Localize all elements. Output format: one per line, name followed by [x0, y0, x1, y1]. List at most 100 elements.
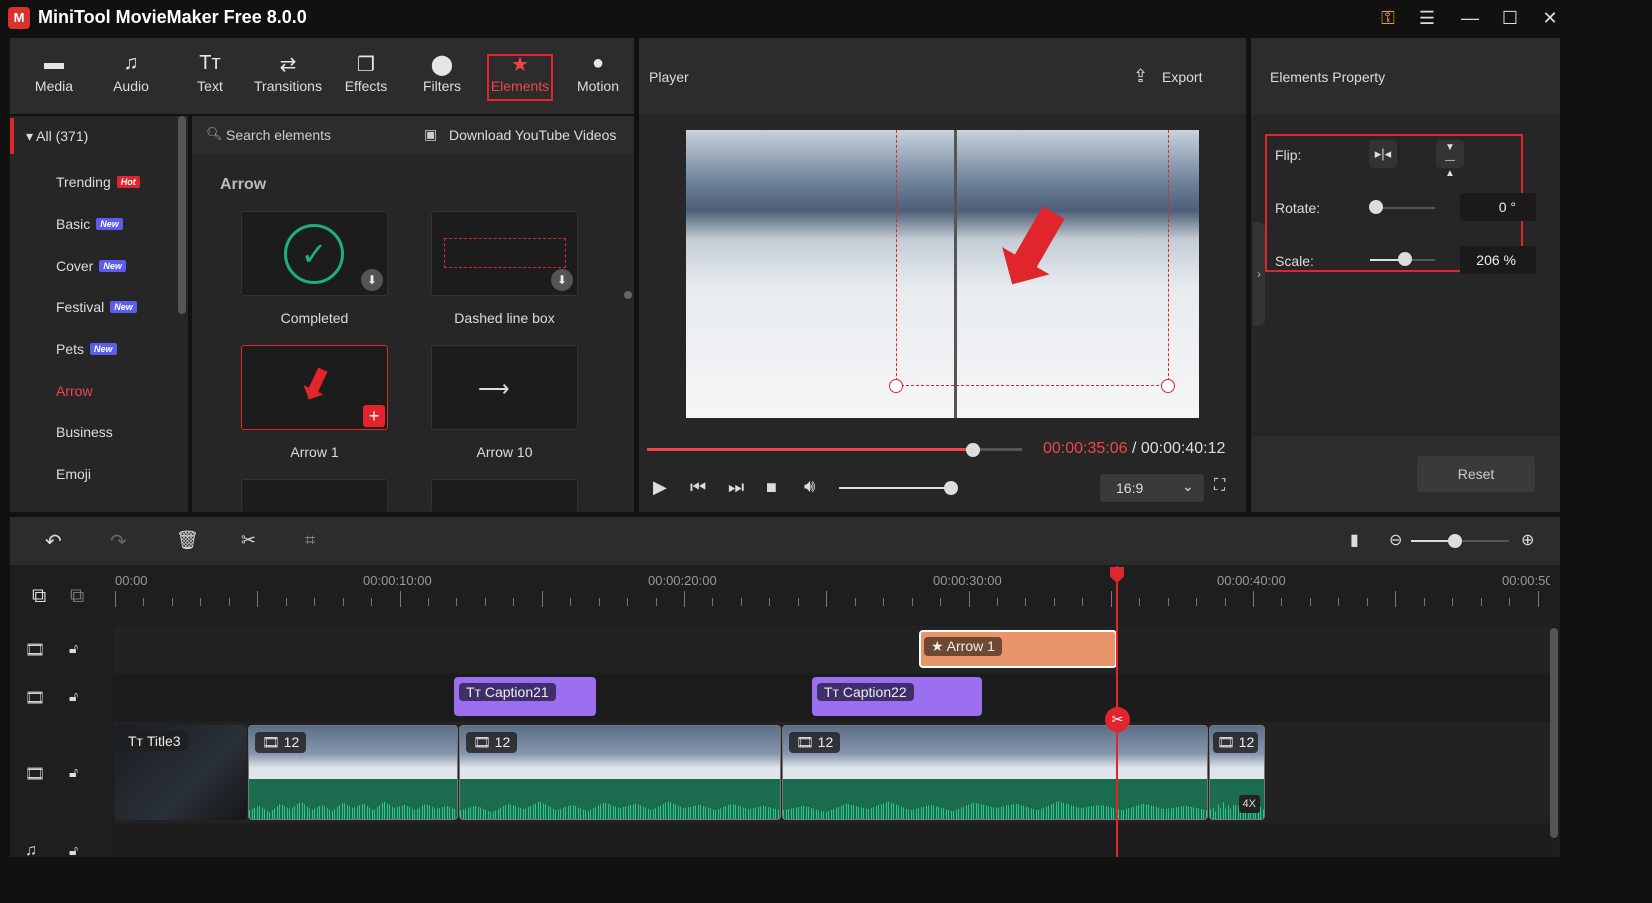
- aspect-ratio-select[interactable]: 16:9 ⌄: [1100, 474, 1204, 502]
- crop-icon[interactable]: ⌗: [305, 530, 315, 551]
- collapse-panel-handle[interactable]: ›: [1253, 222, 1265, 326]
- stop-icon[interactable]: ■: [766, 477, 777, 498]
- close-button[interactable]: ✕: [1536, 6, 1564, 30]
- scale-knob[interactable]: [1398, 252, 1412, 266]
- timeline-scrollbar[interactable]: [1550, 628, 1558, 838]
- folder-icon: ▬: [44, 52, 64, 74]
- key-icon[interactable]: ⚿: [1374, 6, 1402, 30]
- rotate-knob[interactable]: [1369, 200, 1383, 214]
- element-card-arrow-1[interactable]: ⬇ +: [241, 345, 388, 430]
- scale-label: Scale:: [1275, 253, 1314, 269]
- unlock-icon[interactable]: 🔓︎: [69, 688, 78, 705]
- clip-arrow-1[interactable]: ★ Arrow 1: [919, 630, 1117, 668]
- flip-horizontal-icon[interactable]: ▸|◂: [1369, 140, 1397, 168]
- zoom-in-icon[interactable]: ⊕: [1521, 530, 1534, 550]
- film-icon: 🎞︎: [25, 766, 46, 783]
- tab-transitions[interactable]: ⇄ Transitions: [250, 38, 326, 114]
- add-icon[interactable]: +: [363, 405, 385, 427]
- split-scissors-icon[interactable]: ✂: [241, 530, 256, 551]
- minimize-button[interactable]: —: [1456, 6, 1484, 30]
- time-separator: /: [1127, 440, 1141, 457]
- video-clip[interactable]: 🎞︎ 12: [459, 725, 781, 820]
- split-scissors-icon[interactable]: ✂: [1105, 707, 1130, 732]
- volume-slider[interactable]: [839, 487, 951, 489]
- unlock-icon[interactable]: 🔓︎: [69, 764, 78, 781]
- clip-label: Tт Caption22: [817, 683, 914, 701]
- fit-timeline-icon[interactable]: ▮: [1350, 530, 1359, 550]
- sidebar-item-cover[interactable]: Cover New: [56, 258, 126, 274]
- element-card[interactable]: [241, 479, 388, 512]
- sidebar-item-trending[interactable]: Trending Hot: [56, 174, 140, 190]
- sidebar-item-festival[interactable]: Festival New: [56, 299, 137, 315]
- ruler-tick: [342, 598, 344, 606]
- clip-title3[interactable]: Tт Title3: [115, 725, 247, 820]
- card-label: Dashed line box: [454, 310, 555, 326]
- flip-vertical-icon[interactable]: ▼ — ▲: [1436, 140, 1464, 179]
- ruler-tick: [456, 598, 458, 606]
- category-all[interactable]: ▾ All (371): [26, 128, 88, 145]
- clip-caption21[interactable]: Tт Caption21: [454, 677, 596, 716]
- film-icon: 🎞︎: [796, 734, 818, 750]
- tab-filters[interactable]: ⬤ Filters: [406, 38, 478, 114]
- unlock-icon[interactable]: 🔓︎: [69, 842, 78, 859]
- undo-icon[interactable]: ↶: [45, 529, 62, 554]
- add-track-icon[interactable]: ⧉: [32, 585, 46, 608]
- panel-resize-handle[interactable]: [624, 291, 632, 299]
- export-button[interactable]: Export: [1162, 69, 1202, 85]
- reset-button[interactable]: Reset: [1417, 456, 1535, 492]
- download-icon[interactable]: ⬇: [551, 269, 573, 291]
- video-preview[interactable]: ⬇: [686, 130, 1199, 418]
- delete-icon[interactable]: 🗑︎: [176, 530, 199, 551]
- sidebar-scrollbar[interactable]: [178, 116, 186, 314]
- resize-handle[interactable]: [889, 379, 903, 393]
- film-icon: 🎞︎: [262, 734, 284, 750]
- ruler-tick: [1110, 591, 1112, 607]
- sidebar-item-pets[interactable]: Pets New: [56, 341, 117, 357]
- ruler-label: 00:00:50: [1502, 573, 1550, 588]
- timeline-zoom-knob[interactable]: [1448, 534, 1462, 548]
- zoom-out-icon[interactable]: ⊖: [1389, 530, 1402, 550]
- volume-knob[interactable]: [944, 481, 958, 495]
- tab-audio[interactable]: ♫ Audio: [95, 38, 167, 114]
- unlock-icon[interactable]: 🔓︎: [69, 640, 78, 657]
- rotate-label: Rotate:: [1275, 200, 1321, 216]
- clip-caption22[interactable]: Tт Caption22: [812, 677, 982, 716]
- play-icon[interactable]: ▶: [653, 477, 667, 498]
- video-clip[interactable]: 🎞︎ 12: [782, 725, 1208, 820]
- sidebar-item-business[interactable]: Business: [56, 424, 113, 440]
- rotate-input[interactable]: 0 °: [1460, 193, 1536, 221]
- tab-effects[interactable]: ❐ Effects: [330, 38, 402, 114]
- previous-frame-icon[interactable]: ⏮: [690, 477, 706, 498]
- element-card-completed[interactable]: ✓ ⬇: [241, 211, 388, 296]
- search-input[interactable]: Search elements: [226, 127, 331, 143]
- element-card-arrow-10[interactable]: ⟶: [431, 345, 578, 430]
- fullscreen-icon[interactable]: ⛶: [1214, 477, 1225, 495]
- sidebar-item-basic[interactable]: Basic New: [56, 216, 123, 232]
- video-clip[interactable]: 🎞︎ 12 4X: [1209, 725, 1265, 820]
- tab-motion[interactable]: ● Motion: [562, 38, 634, 114]
- element-card[interactable]: [431, 479, 578, 512]
- sidebar-item-arrow[interactable]: Arrow: [56, 383, 93, 399]
- resize-handle[interactable]: [1161, 379, 1175, 393]
- menu-icon[interactable]: ☰: [1413, 6, 1441, 30]
- ruler-tick: [427, 598, 429, 606]
- timeline-ruler[interactable]: [10, 566, 1560, 626]
- ruler-tick: [285, 598, 287, 606]
- redo-icon[interactable]: ↷: [110, 529, 127, 554]
- video-clip[interactable]: 🎞︎ 12: [248, 725, 458, 820]
- next-frame-icon[interactable]: ⏭: [728, 477, 744, 498]
- element-card-dashed-line-box[interactable]: ⬇: [431, 211, 578, 296]
- download-youtube-link[interactable]: Download YouTube Videos: [449, 127, 616, 143]
- tab-media[interactable]: ▬ Media: [18, 38, 90, 114]
- ruler-tick: [1281, 598, 1283, 606]
- flip-label: Flip:: [1275, 147, 1302, 163]
- tab-text[interactable]: Tт Text: [174, 38, 246, 114]
- download-icon[interactable]: ⬇: [361, 269, 383, 291]
- ruler-tick: [513, 598, 515, 606]
- volume-icon[interactable]: 🔊︎: [804, 476, 815, 497]
- remove-track-icon[interactable]: ⧉: [70, 585, 84, 608]
- sidebar-item-emoji[interactable]: Emoji: [56, 466, 91, 482]
- maximize-button[interactable]: ☐: [1496, 6, 1524, 30]
- scale-input[interactable]: 206 %: [1460, 246, 1536, 274]
- clip-label: 🎞︎ 12: [466, 732, 518, 753]
